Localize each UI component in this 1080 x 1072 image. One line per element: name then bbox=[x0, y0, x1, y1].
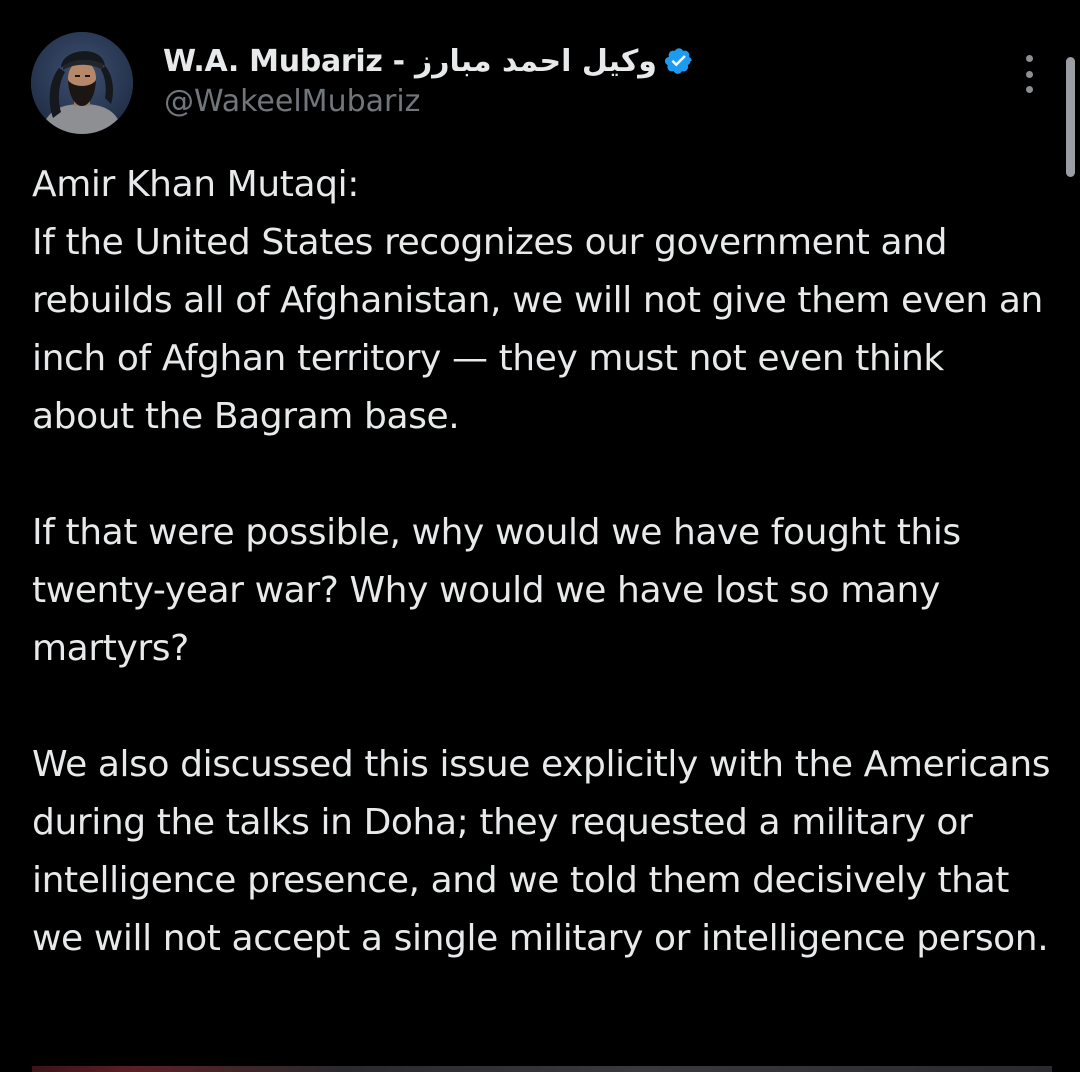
tweet: W.A. Mubariz - وکیل احمد مبارز @WakeelMu… bbox=[0, 0, 1080, 1072]
more-vertical-icon[interactable] bbox=[1018, 55, 1040, 93]
tweet-paragraph: We also discussed this issue explicitly … bbox=[32, 744, 1051, 959]
user-handle[interactable]: @WakeelMubariz bbox=[164, 84, 420, 119]
media-preview[interactable] bbox=[32, 1066, 1052, 1072]
scrollbar[interactable] bbox=[1066, 57, 1075, 177]
tweet-paragraph: Amir Khan Mutaqi: If the United States r… bbox=[32, 164, 1043, 437]
display-name[interactable]: W.A. Mubariz - وکیل احمد مبارز bbox=[163, 44, 657, 79]
display-name-row[interactable]: W.A. Mubariz - وکیل احمد مبارز bbox=[163, 40, 694, 82]
profile-photo bbox=[31, 32, 133, 134]
verified-badge-icon bbox=[664, 46, 694, 76]
tweet-paragraph: If that were possible, why would we have… bbox=[32, 512, 961, 669]
avatar[interactable] bbox=[31, 32, 133, 134]
tweet-text: Amir Khan Mutaqi: If the United States r… bbox=[32, 156, 1052, 968]
